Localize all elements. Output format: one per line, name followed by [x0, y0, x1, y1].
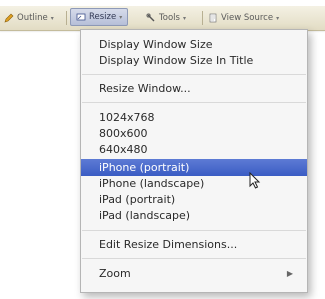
resize-dropdown-menu: Display Window Size Display Window Size …: [80, 29, 308, 293]
toolbar-separator: [66, 11, 67, 25]
menu-item-label: iPhone (portrait): [99, 161, 190, 174]
chevron-down-icon: ▾: [119, 13, 123, 21]
menu-item-1024x768[interactable]: 1024x768: [81, 110, 307, 126]
menu-item-label: iPad (portrait): [99, 193, 176, 206]
menu-item-iphone-portrait[interactable]: iPhone (portrait): [81, 159, 307, 176]
menu-item-800x600[interactable]: 800x600: [81, 126, 307, 142]
toolbar-separator: [202, 11, 203, 25]
menu-separator: [82, 74, 306, 75]
menu-item-ipad-portrait[interactable]: iPad (portrait): [81, 192, 307, 208]
document-icon: [208, 13, 218, 23]
menu-item-640x480[interactable]: 640x480: [81, 142, 307, 158]
toolbar-outline-button[interactable]: Outline ▾: [4, 6, 54, 30]
menu-item-ipad-landscape[interactable]: iPad (landscape): [81, 208, 307, 224]
pencil-icon: [4, 13, 14, 23]
menu-item-label: Display Window Size: [99, 38, 213, 51]
toolbar-view-source-button[interactable]: View Source ▾: [208, 6, 279, 30]
menu-item-label: iPad (landscape): [99, 209, 191, 222]
menu-item-label: 640x480: [99, 143, 148, 156]
menu-item-display-window-size[interactable]: Display Window Size: [81, 37, 307, 53]
menu-item-display-window-size-in-title[interactable]: Display Window Size In Title: [81, 53, 307, 69]
chevron-down-icon: ▾: [182, 14, 186, 22]
toolbar: Outline ▾ Resize ▾ Tools ▾ View Source ▾: [0, 6, 325, 31]
menu-item-label: 800x600: [99, 127, 148, 140]
toolbar-resize-button[interactable]: Resize ▾: [70, 8, 129, 26]
toolbar-outline-label: Outline: [17, 13, 48, 23]
toolbar-tools-label: Tools: [159, 13, 180, 23]
toolbar-resize-label: Resize: [89, 12, 117, 22]
menu-item-label: Zoom: [99, 267, 131, 280]
toolbar-tools-button[interactable]: Tools ▾: [146, 6, 186, 30]
submenu-arrow-icon: ▶: [286, 269, 293, 278]
mouse-pointer-icon: [248, 171, 264, 190]
chevron-down-icon: ▾: [50, 14, 54, 22]
menu-item-label: Edit Resize Dimensions...: [99, 238, 238, 251]
menu-item-edit-resize-dimensions[interactable]: Edit Resize Dimensions...: [81, 237, 307, 253]
screenshot-root: Outline ▾ Resize ▾ Tools ▾ View Source ▾: [0, 0, 325, 299]
menu-item-resize-window[interactable]: Resize Window...: [81, 81, 307, 97]
chevron-down-icon: ▾: [276, 14, 280, 22]
menu-item-iphone-landscape[interactable]: iPhone (landscape): [81, 176, 307, 192]
menu-item-label: Resize Window...: [99, 82, 191, 95]
menu-item-label: iPhone (landscape): [99, 177, 205, 190]
wrench-icon: [146, 13, 156, 23]
toolbar-view-source-label: View Source: [221, 13, 274, 23]
menu-separator: [82, 102, 306, 103]
menu-item-label: 1024x768: [99, 111, 155, 124]
menu-separator: [82, 258, 306, 259]
menu-item-zoom[interactable]: Zoom ▶: [81, 266, 307, 282]
menu-separator: [82, 230, 306, 231]
menu-item-label: Display Window Size In Title: [99, 54, 254, 67]
resize-icon: [76, 12, 86, 22]
